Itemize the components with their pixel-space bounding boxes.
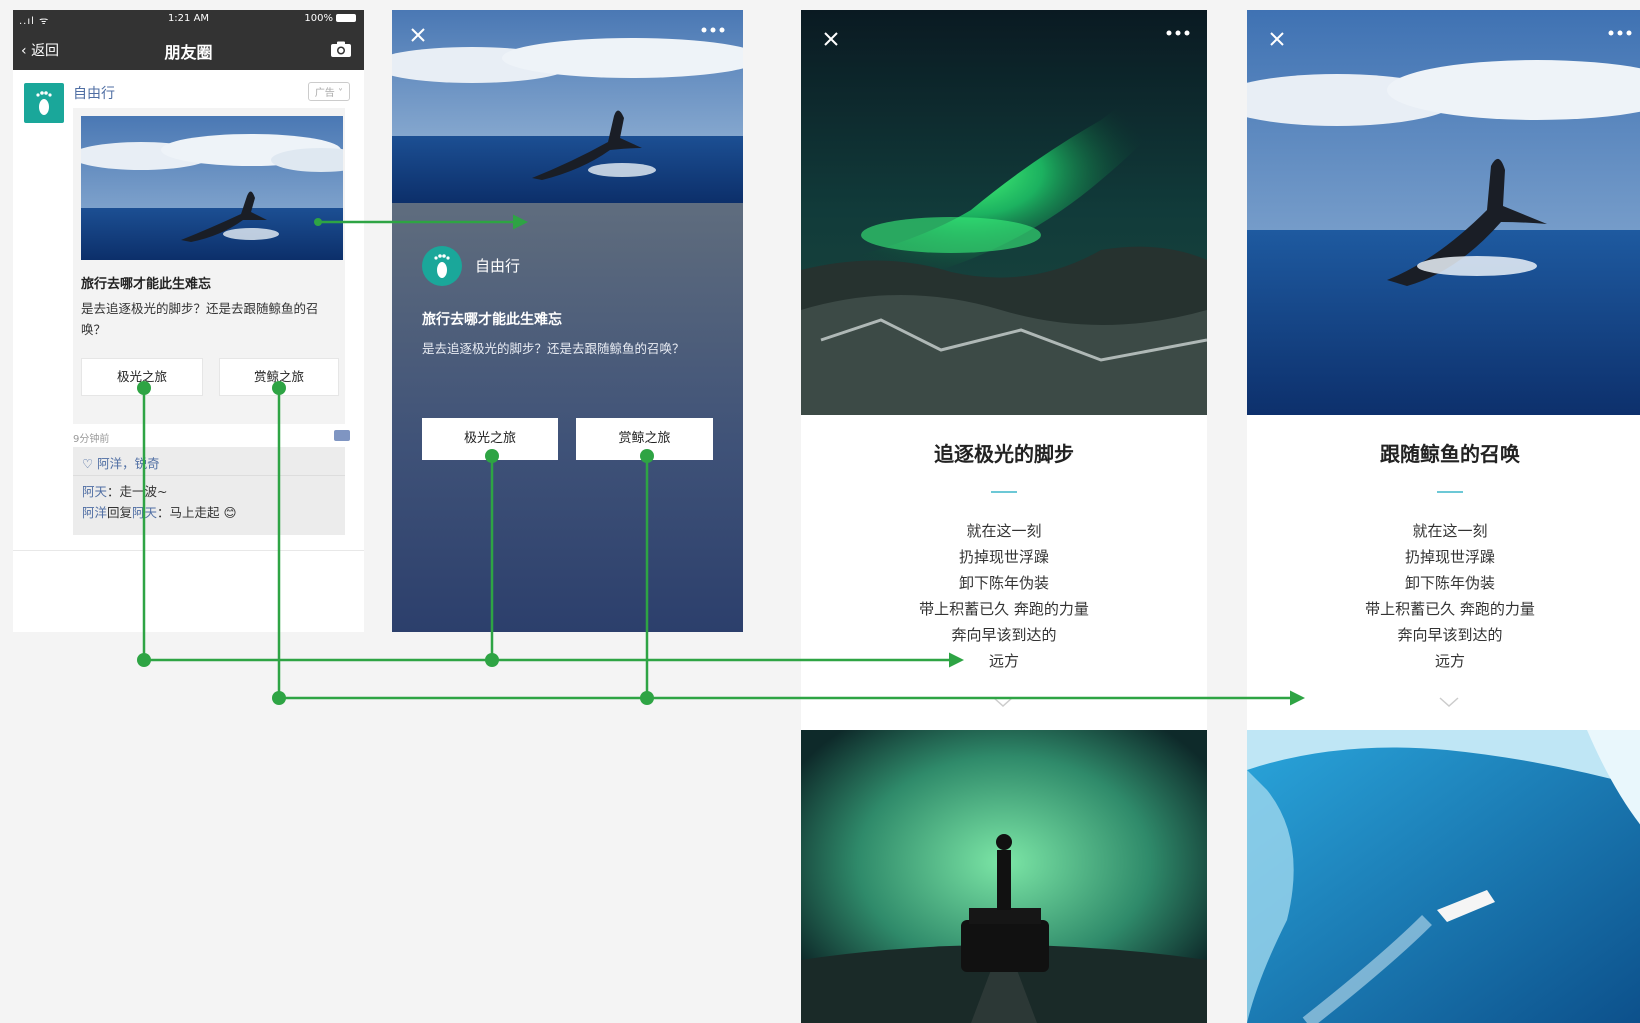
poem-line: 远方 <box>988 652 1019 670</box>
aurora-page: 追逐极光的脚步 就在这一刻 扔掉现世浮躁 卸下陈年伪装 带上积蓄已久 奔跑的力量… <box>801 10 1207 1023</box>
poem-line: 卸下陈年伪装 <box>958 574 1049 592</box>
nav-bar: ‹ 返回 朋友圈 <box>13 28 364 70</box>
whale-image <box>392 10 743 203</box>
avatar[interactable] <box>24 83 64 123</box>
ad-description: 是去追逐极光的脚步？还是去跟随鲸鱼的召唤？ <box>81 301 319 337</box>
chevron-down-icon[interactable] <box>1438 696 1460 708</box>
poem-line: 卸下陈年伪装 <box>1404 574 1495 592</box>
battery-icon <box>336 14 356 22</box>
footprint-icon <box>36 91 52 115</box>
page-title: 追逐极光的脚步 <box>934 442 1074 466</box>
poem-line: 扔掉现世浮躁 <box>1404 548 1495 566</box>
page-title: 跟随鲸鱼的召唤 <box>1380 442 1520 466</box>
poem-line: 就在这一刻 <box>966 522 1042 540</box>
flow-node <box>640 691 654 705</box>
poem-line: 扔掉现世浮躁 <box>958 548 1049 566</box>
whale-tour-button[interactable]: 赏鲸之旅 <box>576 418 713 460</box>
comment-text: ：走一波~ <box>107 484 168 499</box>
more-icon[interactable] <box>1607 29 1633 37</box>
post-time: 9分钟前 <box>73 434 110 445</box>
ad-landing-screen: 自由行 旅行去哪才能此生难忘 是去追逐极光的脚步？还是去跟随鲸鱼的召唤？ 极光之… <box>392 10 743 632</box>
storyboard: ..ıl ᯤ 1:21 AM 100% ‹ 返回 朋友圈 自由行 广告 ˅ 旅行… <box>0 0 1640 1023</box>
flow-node <box>272 691 286 705</box>
whale-image <box>81 116 343 260</box>
likes-list[interactable]: ♡ 阿洋，锐奇 <box>82 453 160 472</box>
poem-line: 奔向早该到达的 <box>1397 626 1503 644</box>
landing-title: 旅行去哪才能此生难忘 <box>422 312 562 328</box>
poem-line: 奔向早该到达的 <box>951 626 1057 644</box>
close-icon[interactable] <box>409 26 427 44</box>
avatar[interactable] <box>422 246 462 286</box>
comment-author[interactable]: 阿天 <box>82 484 107 499</box>
aurora-tour-button[interactable]: 极光之旅 <box>81 358 203 396</box>
battery-indicator: 100% <box>304 13 356 24</box>
author-name[interactable]: 自由行 <box>73 83 115 103</box>
status-bar: ..ıl ᯤ 1:21 AM 100% <box>13 10 364 28</box>
comment[interactable]: 阿洋回复阿天：马上走起 😊 <box>82 502 237 521</box>
divider <box>991 491 1017 493</box>
ad-card[interactable]: 旅行去哪才能此生难忘 是去追逐极光的脚步？还是去跟随鲸鱼的召唤？ 极光之旅 赏鲸… <box>73 108 345 424</box>
poem-line: 带上积蓄已久 奔跑的力量 <box>919 600 1089 618</box>
moments-screen: ..ıl ᯤ 1:21 AM 100% ‹ 返回 朋友圈 自由行 广告 ˅ 旅行… <box>13 10 364 632</box>
comment[interactable]: 阿天：走一波~ <box>82 481 168 500</box>
reply-target[interactable]: 阿天 <box>132 505 157 520</box>
flow-node <box>137 653 151 667</box>
more-icon[interactable] <box>700 26 726 34</box>
poem-line: 就在这一刻 <box>1412 522 1488 540</box>
whale-page: 跟随鲸鱼的召唤 就在这一刻 扔掉现世浮躁 卸下陈年伪装 带上积蓄已久 奔跑的力量… <box>1247 10 1640 1023</box>
boat-image <box>1247 730 1640 1023</box>
whale-tour-button[interactable]: 赏鲸之旅 <box>219 358 339 396</box>
comment-text: ：马上走起 😊 <box>157 505 237 520</box>
camera-icon[interactable] <box>330 41 352 58</box>
whale-image <box>1247 10 1640 415</box>
close-icon[interactable] <box>822 30 840 48</box>
landing-description: 是去追逐极光的脚步？还是去跟随鲸鱼的召唤？ <box>422 341 685 356</box>
page-title: 朋友圈 <box>164 43 213 62</box>
divider <box>73 475 345 476</box>
close-icon[interactable] <box>1268 30 1286 48</box>
aurora-car-image <box>801 730 1207 1023</box>
flow-node <box>485 653 499 667</box>
comment-icon[interactable] <box>334 430 350 441</box>
poem-text: 就在这一刻 扔掉现世浮躁 卸下陈年伪装 带上积蓄已久 奔跑的力量 奔向早该到达的… <box>1247 518 1640 674</box>
battery-percent: 100% <box>304 13 333 24</box>
comment-author[interactable]: 阿洋 <box>82 505 107 520</box>
reply-label: 回复 <box>107 505 133 520</box>
divider <box>1437 491 1463 493</box>
poem-line: 远方 <box>1434 652 1465 670</box>
aurora-image <box>801 10 1207 415</box>
poem-text: 就在这一刻 扔掉现世浮躁 卸下陈年伪装 带上积蓄已久 奔跑的力量 奔向早该到达的… <box>801 518 1207 674</box>
chevron-down-icon[interactable] <box>992 696 1014 708</box>
more-icon[interactable] <box>1165 29 1191 37</box>
ad-tag[interactable]: 广告 ˅ <box>307 82 350 101</box>
aurora-tour-button[interactable]: 极光之旅 <box>422 418 558 460</box>
poem-line: 带上积蓄已久 奔跑的力量 <box>1365 600 1535 618</box>
author-name[interactable]: 自由行 <box>475 255 520 276</box>
footprint-icon <box>434 254 450 278</box>
likes-comments: ♡ 阿洋，锐奇 阿天：走一波~ 阿洋回复阿天：马上走起 😊 <box>73 447 345 535</box>
ad-title: 旅行去哪才能此生难忘 <box>81 277 212 292</box>
divider <box>13 550 364 551</box>
